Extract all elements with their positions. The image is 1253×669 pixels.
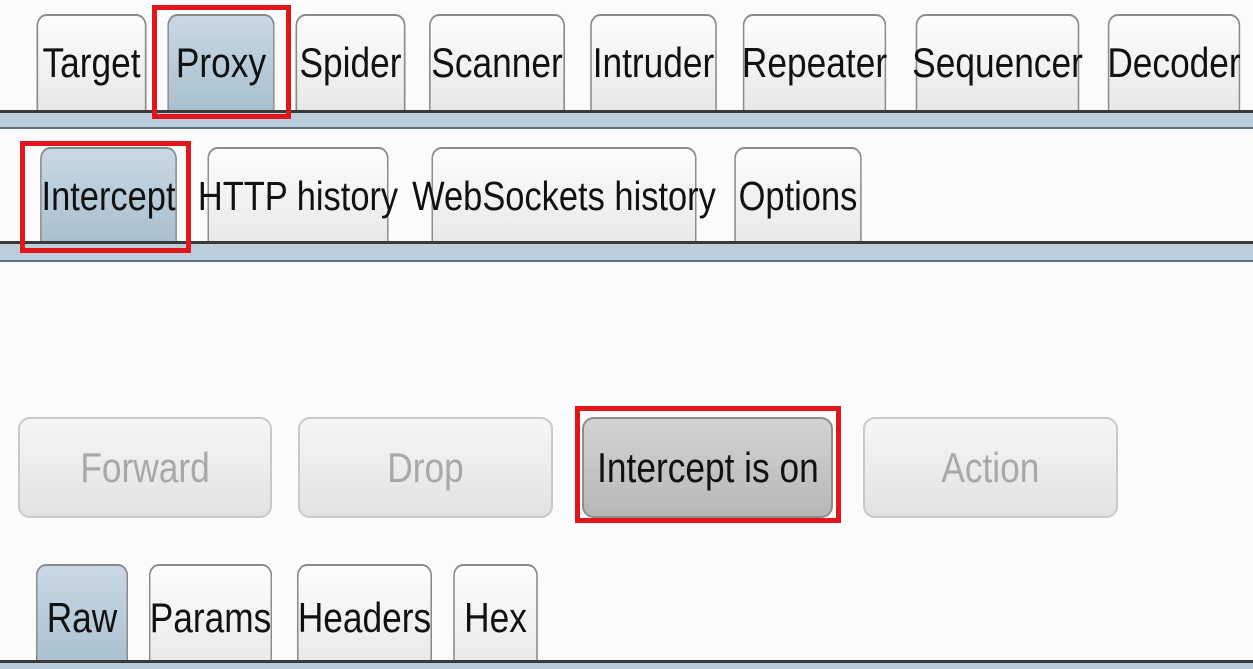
tab-params[interactable]: Params — [148, 564, 273, 669]
tab-http-history-label: HTTP history — [197, 172, 399, 219]
tab-intruder[interactable]: Intruder — [590, 14, 717, 110]
tab-intruder-label: Intruder — [592, 39, 715, 86]
tab-repeater[interactable]: Repeater — [741, 14, 888, 110]
tab-target[interactable]: Target — [36, 14, 147, 110]
drop-button[interactable]: Drop — [298, 417, 553, 518]
tab-intercept[interactable]: Intercept — [40, 147, 177, 243]
tab-raw[interactable]: Raw — [35, 564, 129, 669]
tab-spider[interactable]: Spider — [295, 14, 406, 110]
tab-target-label: Target — [42, 39, 141, 86]
tab-options[interactable]: Options — [734, 147, 862, 243]
tab-options-label: Options — [738, 172, 858, 219]
tab-decoder-label: Decoder — [1107, 39, 1241, 86]
proxy-tab-separator — [0, 241, 1253, 262]
intercept-toggle-label: Intercept is on — [596, 443, 819, 491]
tab-sequencer-label: Sequencer — [912, 39, 1083, 86]
tab-scanner[interactable]: Scanner — [428, 14, 566, 110]
tab-websockets-history-label: WebSockets history — [412, 172, 716, 219]
tab-scanner-label: Scanner — [431, 39, 563, 86]
tab-websockets-history[interactable]: WebSockets history — [412, 147, 716, 243]
intercept-toggle-button[interactable]: Intercept is on — [582, 417, 833, 518]
tab-proxy[interactable]: Proxy — [167, 14, 275, 110]
tab-sequencer[interactable]: Sequencer — [912, 14, 1083, 110]
tab-decoder[interactable]: Decoder — [1107, 14, 1241, 110]
tab-hex[interactable]: Hex — [453, 564, 538, 669]
message-tab-separator — [0, 660, 1253, 669]
drop-button-label: Drop — [387, 443, 464, 491]
main-tab-separator — [0, 110, 1253, 129]
tab-repeater-label: Repeater — [741, 39, 888, 86]
tab-headers[interactable]: Headers — [296, 564, 433, 669]
tab-params-label: Params — [149, 593, 272, 641]
tab-spider-label: Spider — [299, 39, 402, 86]
action-button-label: Action — [941, 443, 1040, 491]
burp-proxy-intercept-panel: Target Proxy Spider Scanner Intruder Rep… — [0, 0, 1253, 669]
tab-intercept-label: Intercept — [41, 172, 176, 219]
tab-raw-label: Raw — [46, 593, 118, 641]
tab-hex-label: Hex — [464, 593, 527, 641]
tab-proxy-label: Proxy — [175, 39, 267, 86]
action-button[interactable]: Action — [863, 417, 1118, 518]
forward-button-label: Forward — [80, 443, 210, 491]
forward-button[interactable]: Forward — [18, 417, 272, 518]
tab-headers-label: Headers — [297, 593, 432, 641]
tab-http-history[interactable]: HTTP history — [198, 147, 398, 243]
